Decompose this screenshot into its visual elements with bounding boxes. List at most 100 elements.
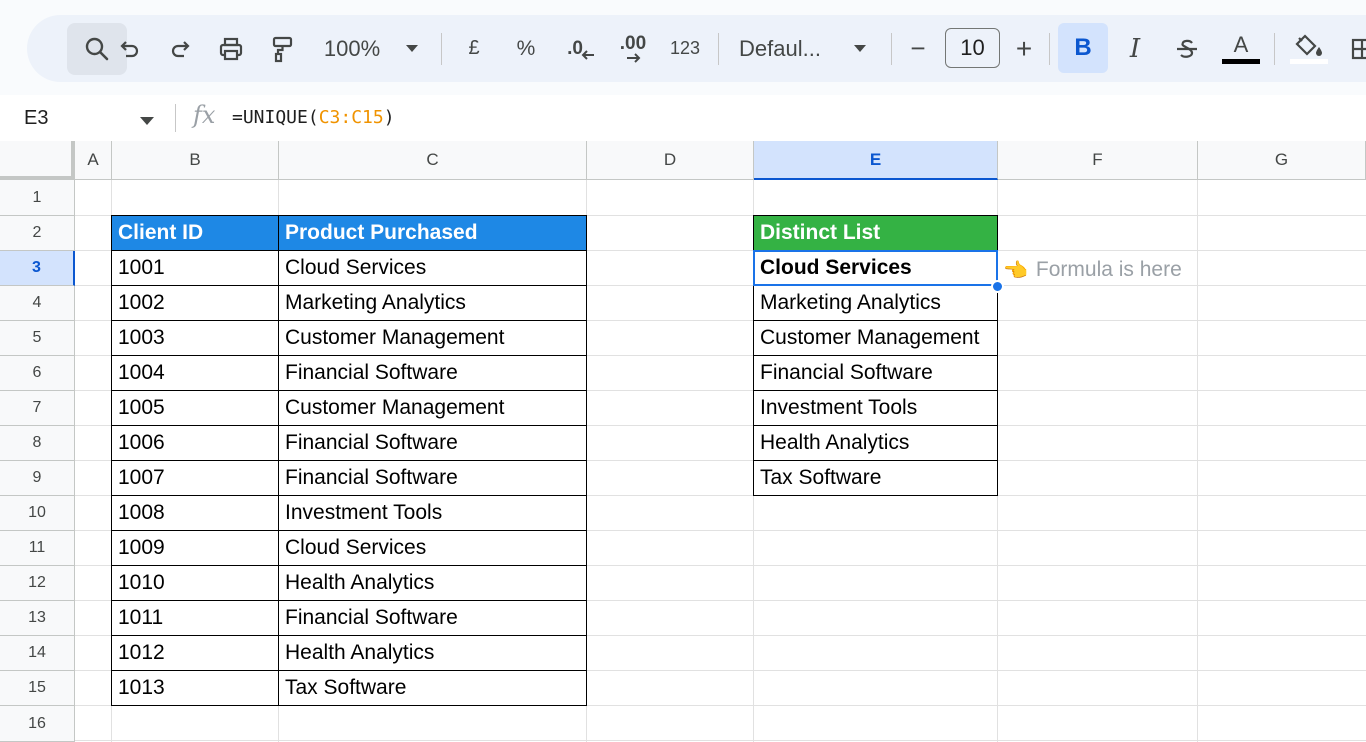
client-id-cell[interactable]: 1007 [111, 460, 279, 496]
increase-font-size-button[interactable]: + [1009, 15, 1039, 82]
client-id-cell[interactable]: 1004 [111, 355, 279, 391]
bold-button[interactable]: B [1058, 23, 1108, 73]
column-header-a[interactable]: A [75, 141, 112, 180]
client-id-cell[interactable]: 1008 [111, 495, 279, 531]
distinct-list-header[interactable]: Distinct List [753, 215, 998, 251]
column-header-f[interactable]: F [998, 141, 1198, 180]
column-header-c[interactable]: C [279, 141, 587, 180]
font-size-input[interactable]: 10 [945, 28, 1000, 68]
product-cell[interactable]: Tax Software [278, 670, 587, 706]
client-id-header[interactable]: Client ID [111, 215, 279, 251]
formula-suffix: ) [383, 107, 395, 128]
zoom-select[interactable]: 100% [317, 15, 387, 82]
percent-button[interactable]: % [511, 15, 541, 82]
row-header[interactable]: 8 [0, 426, 75, 461]
toolbar-divider [891, 33, 892, 65]
spreadsheet-grid: A B C D E F G 1 2 3 4 5 6 7 8 9 10 11 12… [0, 141, 1366, 742]
name-box-dropdown-icon[interactable] [140, 113, 154, 131]
formula-input[interactable]: =UNIQUE(C3:C15) [232, 95, 395, 141]
client-id-cell[interactable]: 1003 [111, 320, 279, 356]
distinct-item-cell[interactable]: Marketing Analytics [753, 285, 998, 321]
product-cell[interactable]: Financial Software [278, 460, 587, 496]
toolbar-area: 100% £ % .0 .00 123 Defaul... − 10 + B I [0, 0, 1366, 95]
paint-bucket-icon [1295, 33, 1322, 56]
toolbar-divider [441, 33, 442, 65]
row-header[interactable]: 9 [0, 461, 75, 496]
row-header[interactable]: 14 [0, 636, 75, 671]
decrease-font-size-button[interactable]: − [903, 15, 933, 82]
client-id-cell[interactable]: 1010 [111, 565, 279, 601]
arrow-right-icon [627, 52, 641, 63]
client-id-cell[interactable]: 1013 [111, 670, 279, 706]
client-id-cell[interactable]: 1005 [111, 390, 279, 426]
distinct-item-cell[interactable]: Investment Tools [753, 390, 998, 426]
product-cell[interactable]: Cloud Services [278, 250, 587, 286]
redo-icon[interactable] [163, 15, 199, 82]
row-header[interactable]: 16 [0, 706, 75, 742]
product-cell[interactable]: Financial Software [278, 355, 587, 391]
client-id-cell[interactable]: 1009 [111, 530, 279, 566]
column-header-b[interactable]: B [112, 141, 279, 180]
formula-range: C3:C15 [318, 107, 384, 128]
row-header[interactable]: 10 [0, 496, 75, 531]
column-header-g[interactable]: G [1198, 141, 1366, 180]
product-cell[interactable]: Health Analytics [278, 565, 587, 601]
client-id-cell[interactable]: 1006 [111, 425, 279, 461]
client-id-cell[interactable]: 1011 [111, 600, 279, 636]
gridline [75, 740, 1366, 741]
zoom-dropdown-icon[interactable] [400, 15, 424, 82]
row-header[interactable]: 15 [0, 671, 75, 706]
toolbar-divider [1049, 33, 1050, 65]
product-cell[interactable]: Customer Management [278, 390, 587, 426]
product-cell[interactable]: Financial Software [278, 425, 587, 461]
row-header[interactable]: 13 [0, 601, 75, 636]
print-icon[interactable] [213, 15, 249, 82]
product-cell[interactable]: Marketing Analytics [278, 285, 587, 321]
decrease-decimal-button[interactable]: .0 [563, 15, 599, 82]
borders-icon[interactable] [1345, 15, 1366, 82]
row-header[interactable]: 12 [0, 566, 75, 601]
undo-icon[interactable] [111, 15, 147, 82]
number-format-button[interactable]: 123 [665, 15, 705, 82]
product-cell[interactable]: Investment Tools [278, 495, 587, 531]
text-color-button[interactable]: A [1221, 15, 1261, 82]
row-header[interactable]: 5 [0, 321, 75, 356]
name-box[interactable]: E3 [24, 95, 48, 141]
distinct-item-cell[interactable]: Financial Software [753, 355, 998, 391]
formula-divider [175, 104, 176, 132]
product-cell[interactable]: Cloud Services [278, 530, 587, 566]
annotation-text: Formula is here [1035, 258, 1182, 281]
paint-format-icon[interactable] [265, 15, 301, 82]
row-header-selected[interactable]: 3 [0, 251, 75, 286]
formula-annotation: 👈 Formula is here [1003, 252, 1182, 288]
column-header-e[interactable]: E [754, 141, 998, 180]
distinct-item-cell-active[interactable]: Cloud Services [753, 250, 998, 286]
client-id-cell[interactable]: 1002 [111, 285, 279, 321]
row-header[interactable]: 11 [0, 531, 75, 566]
font-dropdown-icon[interactable] [848, 15, 872, 82]
row-header[interactable]: 1 [0, 180, 75, 216]
toolbar-divider [718, 33, 719, 65]
client-id-cell[interactable]: 1001 [111, 250, 279, 286]
distinct-item-cell[interactable]: Customer Management [753, 320, 998, 356]
product-cell[interactable]: Health Analytics [278, 635, 587, 671]
row-header[interactable]: 6 [0, 356, 75, 391]
italic-button[interactable]: I [1119, 15, 1151, 82]
product-cell[interactable]: Customer Management [278, 320, 587, 356]
strikethrough-icon[interactable] [1170, 15, 1204, 82]
product-purchased-header[interactable]: Product Purchased [278, 215, 587, 251]
currency-button[interactable]: £ [459, 15, 489, 82]
fill-color-button[interactable] [1289, 15, 1329, 82]
product-cell[interactable]: Financial Software [278, 600, 587, 636]
distinct-item-cell[interactable]: Health Analytics [753, 425, 998, 461]
select-all-corner[interactable] [0, 141, 75, 180]
increase-decimal-button[interactable]: .00 [613, 15, 653, 82]
distinct-item-cell[interactable]: Tax Software [753, 460, 998, 496]
font-family-select[interactable]: Defaul... [739, 15, 834, 82]
row-header[interactable]: 7 [0, 391, 75, 426]
row-header[interactable]: 4 [0, 286, 75, 321]
gridline [1197, 180, 1198, 742]
column-header-d[interactable]: D [587, 141, 754, 180]
client-id-cell[interactable]: 1012 [111, 635, 279, 671]
row-header[interactable]: 2 [0, 216, 75, 251]
